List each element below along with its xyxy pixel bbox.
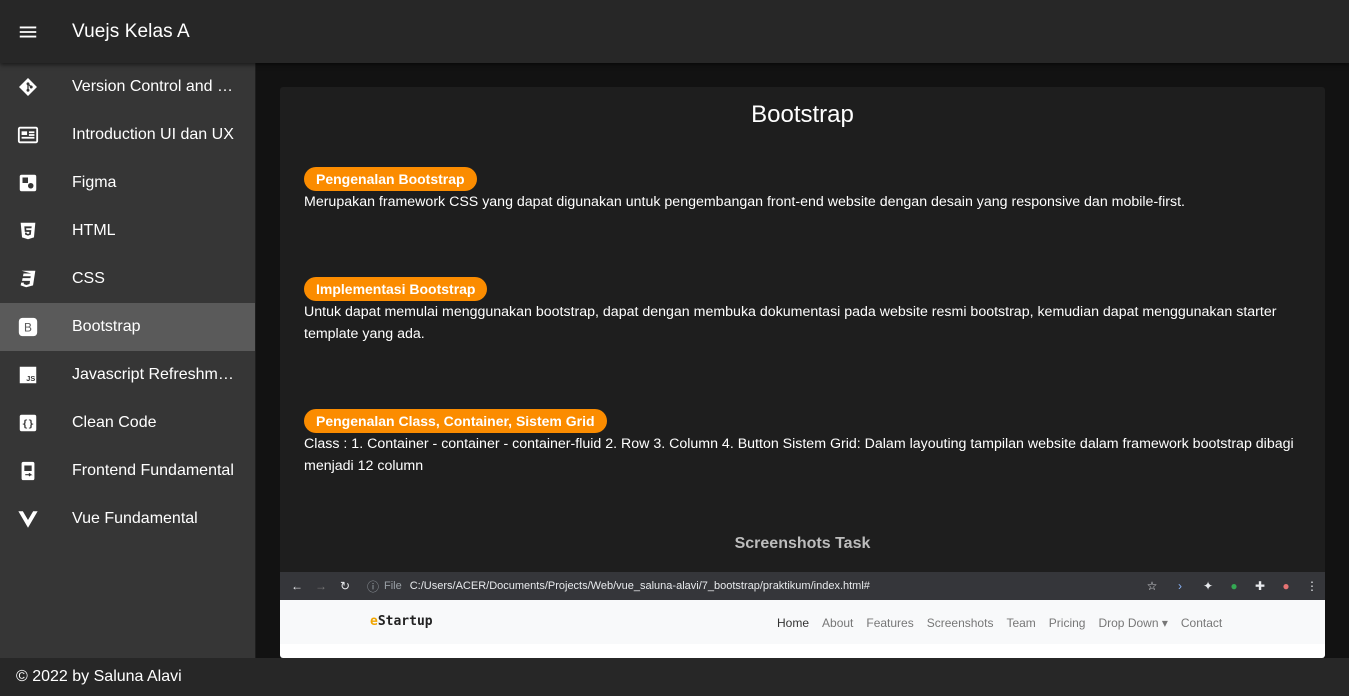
sidebar-item-label: Figma bbox=[72, 174, 117, 191]
css3-icon bbox=[16, 267, 40, 291]
sidebar-item-label: Version Control and B... bbox=[72, 78, 240, 95]
site-nav-link: Home bbox=[777, 616, 810, 630]
back-arrow-icon: ← bbox=[291, 579, 303, 593]
sidebar-item-label: Javascript Refreshme... bbox=[72, 366, 240, 383]
screenshots-title: Screenshots Task bbox=[734, 535, 871, 552]
git-icon bbox=[16, 75, 40, 99]
bootstrap-icon: B bbox=[16, 315, 40, 339]
app-title: Vuejs Kelas A bbox=[72, 20, 190, 42]
sidebar-item-bootstrap[interactable]: B Bootstrap bbox=[0, 303, 255, 351]
card-text-icon bbox=[16, 123, 40, 147]
screenshot-image: ← → ↻ ⓘ File C:/Users/ACER/Documents/Pro… bbox=[280, 572, 1325, 658]
site-nav-link: Screenshots bbox=[926, 616, 994, 630]
browser-toolbar: ← → ↻ ⓘ File C:/Users/ACER/Documents/Pro… bbox=[280, 572, 1325, 600]
sidebar-item-label: Vue Fundamental bbox=[72, 510, 198, 527]
extension-icon: ✦ bbox=[1202, 579, 1214, 593]
menu-button[interactable] bbox=[0, 0, 56, 63]
section-implementasi-bootstrap: Implementasi Bootstrap Untuk dapat memul… bbox=[304, 277, 1304, 345]
section-pengenalan-bootstrap: Pengenalan Bootstrap Merupakan framework… bbox=[304, 167, 1304, 213]
cellphone-icon bbox=[16, 459, 40, 483]
section-class-container-grid: Pengenalan Class, Container, Sistem Grid… bbox=[304, 409, 1304, 477]
sidebar-item-label: Introduction UI dan UX bbox=[72, 126, 234, 143]
footer: © 2022 by Saluna Alavi bbox=[0, 658, 1349, 696]
forward-arrow-icon: → bbox=[315, 579, 327, 593]
section-text: Merupakan framework CSS yang dapat digun… bbox=[304, 194, 1185, 210]
star-icon: ☆ bbox=[1146, 579, 1158, 593]
puzzle-icon: ✚ bbox=[1254, 579, 1266, 593]
site-nav-link: Pricing bbox=[1048, 616, 1086, 630]
content-card: Bootstrap Pengenalan Bootstrap Merupakan… bbox=[280, 87, 1325, 658]
kebab-menu-icon: ⋮ bbox=[1306, 579, 1318, 593]
site-navbar: eStartup Home About Features Screenshots… bbox=[280, 600, 1325, 644]
svg-text:B: B bbox=[24, 321, 32, 335]
url-prefix: File bbox=[384, 580, 402, 592]
status-dot-icon: ● bbox=[1230, 579, 1238, 593]
svg-text:JS: JS bbox=[26, 374, 35, 383]
reload-icon: ↻ bbox=[339, 579, 351, 593]
code-braces-icon: {} bbox=[16, 411, 40, 435]
sidebar-item-label: Bootstrap bbox=[72, 318, 141, 335]
site-nav-link: Contact bbox=[1180, 616, 1223, 630]
info-icon: ⓘ bbox=[366, 579, 379, 594]
profile-icon: ● bbox=[1282, 579, 1290, 593]
sidebar-item-css[interactable]: CSS bbox=[0, 255, 255, 303]
app-bar: Vuejs Kelas A bbox=[0, 0, 1349, 63]
url-text: C:/Users/ACER/Documents/Projects/Web/vue… bbox=[409, 580, 870, 592]
section-text: Class : 1. Container - container - conta… bbox=[304, 436, 1294, 474]
sidebar-item-label: Clean Code bbox=[72, 414, 157, 431]
brand-first-letter: e bbox=[370, 614, 378, 629]
section-text: Untuk dapat memulai menggunakan bootstra… bbox=[304, 304, 1277, 342]
sidebar-item-vue[interactable]: Vue Fundamental bbox=[0, 495, 255, 543]
site-nav-link: Team bbox=[1006, 616, 1036, 630]
sidebar-item-javascript[interactable]: JS Javascript Refreshme... bbox=[0, 351, 255, 399]
brand-rest: Startup bbox=[377, 614, 433, 629]
footer-text: © 2022 by Saluna Alavi bbox=[16, 668, 182, 685]
js-icon: JS bbox=[16, 363, 40, 387]
sidebar-item-label: CSS bbox=[72, 270, 105, 287]
section-badge: Implementasi Bootstrap bbox=[304, 277, 488, 301]
page-title: Bootstrap bbox=[751, 101, 854, 128]
sidebar-item-version-control[interactable]: Version Control and B... bbox=[0, 63, 255, 111]
site-nav-link: Drop Down ▾ bbox=[1098, 616, 1168, 630]
site-brand: eStartup bbox=[370, 614, 433, 629]
html5-icon bbox=[16, 219, 40, 243]
sidebar-item-label: Frontend Fundamental bbox=[72, 462, 234, 479]
chevron-right-icon: › bbox=[1178, 579, 1182, 593]
menu-icon bbox=[19, 26, 37, 37]
vuejs-icon bbox=[16, 507, 40, 531]
site-nav-link: About bbox=[822, 616, 854, 630]
sidebar-item-html[interactable]: HTML bbox=[0, 207, 255, 255]
sidebar-item-ui-ux[interactable]: Introduction UI dan UX bbox=[0, 111, 255, 159]
section-badge: Pengenalan Class, Container, Sistem Grid bbox=[304, 409, 607, 433]
svg-text:{}: {} bbox=[22, 419, 34, 430]
sidebar-item-frontend[interactable]: Frontend Fundamental bbox=[0, 447, 255, 495]
sidebar-item-label: HTML bbox=[72, 222, 116, 239]
site-nav-links: Home About Features Screenshots Team Pri… bbox=[777, 616, 1222, 630]
sidebar-item-figma[interactable]: Figma bbox=[0, 159, 255, 207]
figma-icon bbox=[16, 171, 40, 195]
section-badge: Pengenalan Bootstrap bbox=[304, 167, 477, 191]
site-nav-link: Features bbox=[866, 616, 914, 630]
sidebar: Version Control and B... Introduction UI… bbox=[0, 63, 256, 658]
sidebar-item-clean-code[interactable]: {} Clean Code bbox=[0, 399, 255, 447]
